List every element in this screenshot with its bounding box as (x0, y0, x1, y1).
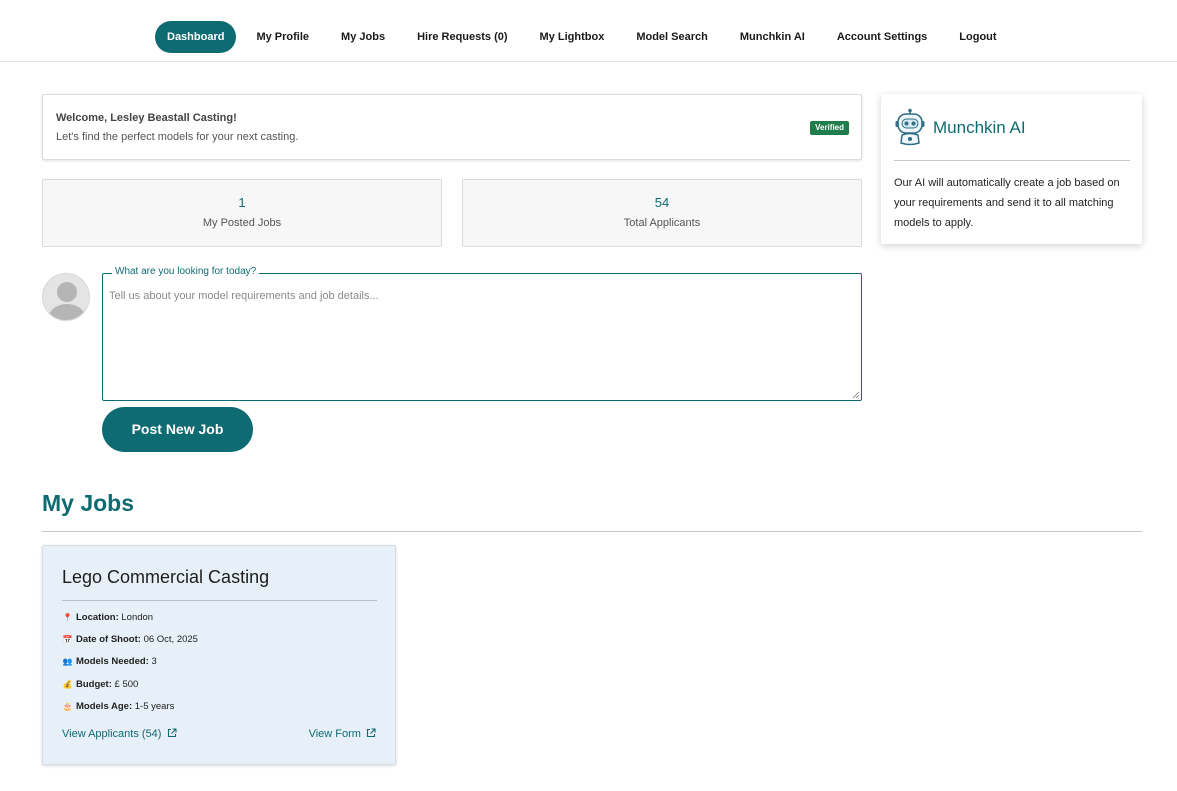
stat-value: 54 (654, 195, 670, 210)
view-applicants-link[interactable]: View Applicants (54) (62, 728, 177, 740)
cake-icon: 🎂 (62, 702, 73, 711)
job-location-value: London (121, 612, 154, 623)
munchkin-ai-panel: Munchkin AI Our AI will automatically cr… (881, 94, 1142, 244)
resize-handle-icon[interactable] (852, 391, 860, 399)
job-request-legend: What are you looking for today? (112, 266, 260, 277)
job-budget-label: Budget: (76, 679, 112, 690)
nav-munchkin-ai[interactable]: Munchkin AI (728, 21, 817, 53)
job-models-label: Models Needed: (76, 656, 149, 667)
stat-total-applicants: 54 Total Applicants (462, 179, 862, 247)
money-bag-icon: 💰 (62, 680, 73, 689)
stat-posted-jobs: 1 My Posted Jobs (42, 179, 442, 247)
job-budget-value: £ 500 (114, 679, 139, 690)
external-link-icon (366, 728, 376, 738)
nav-my-profile[interactable]: My Profile (244, 21, 321, 53)
top-nav: Dashboard My Profile My Jobs Hire Reques… (0, 0, 1177, 62)
job-age-value: 1-5 years (134, 701, 175, 712)
job-models-row: 👥 Models Needed: 3 (62, 656, 157, 667)
nav-logout[interactable]: Logout (947, 21, 1008, 53)
job-request-textarea[interactable] (109, 290, 855, 394)
view-form-label: View Form (308, 728, 361, 740)
ai-panel-description: Our AI will automatically create a job b… (894, 177, 1120, 229)
view-applicants-label: View Applicants (54) (62, 728, 162, 740)
job-request-field: What are you looking for today? (102, 266, 862, 401)
job-date-value: 06 Oct, 2025 (143, 634, 198, 645)
job-date-row: 📅 Date of Shoot: 06 Oct, 2025 (62, 634, 198, 645)
welcome-subtitle: Let's find the perfect models for your n… (56, 131, 299, 143)
job-location-label: Location: (76, 612, 119, 623)
verified-badge: Verified (810, 121, 849, 135)
job-budget-row: 💰 Budget: £ 500 (62, 679, 139, 690)
nav-my-lightbox[interactable]: My Lightbox (528, 21, 617, 53)
post-new-job-button[interactable]: Post New Job (102, 407, 253, 452)
welcome-card: Welcome, Lesley Beastall Casting! Let's … (42, 94, 862, 160)
ai-panel-divider (894, 160, 1130, 161)
job-location-row: 📍 Location: London (62, 612, 154, 623)
avatar-body (49, 304, 85, 320)
nav-model-search[interactable]: Model Search (624, 21, 720, 53)
avatar (42, 273, 90, 321)
my-jobs-heading: My Jobs (42, 490, 135, 516)
nav-my-jobs[interactable]: My Jobs (329, 21, 397, 53)
job-age-row: 🎂 Models Age: 1-5 years (62, 701, 175, 712)
job-age-label: Models Age: (76, 701, 133, 712)
view-form-link[interactable]: View Form (309, 728, 376, 740)
calendar-icon: 📅 (62, 635, 73, 644)
nav-list: Dashboard My Profile My Jobs Hire Reques… (155, 21, 1017, 53)
job-date-label: Date of Shoot: (76, 634, 141, 645)
people-icon: 👥 (62, 657, 73, 666)
nav-dashboard[interactable]: Dashboard (155, 21, 237, 53)
ai-panel-title: Munchkin AI (933, 118, 1026, 137)
robot-icon (895, 108, 925, 146)
welcome-title: Welcome, Lesley Beastall Casting! (56, 112, 237, 124)
pin-icon: 📍 (62, 613, 73, 622)
stat-label: My Posted Jobs (202, 217, 282, 229)
nav-account-settings[interactable]: Account Settings (825, 21, 939, 53)
avatar-head (57, 282, 77, 302)
stat-label: Total Applicants (623, 217, 701, 229)
job-divider (62, 600, 377, 601)
job-title: Lego Commercial Casting (62, 567, 270, 587)
job-models-value: 3 (151, 656, 157, 667)
stat-value: 1 (238, 195, 246, 210)
job-card: Lego Commercial Casting 📍 Location: Londo… (42, 545, 396, 765)
external-link-icon (167, 728, 177, 738)
nav-hire-requests[interactable]: Hire Requests (0) (405, 21, 519, 53)
section-divider (42, 531, 1142, 532)
